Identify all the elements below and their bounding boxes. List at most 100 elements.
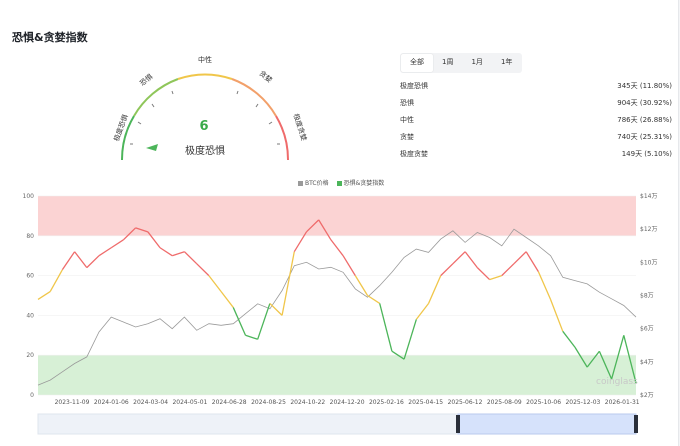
stat-value: 904天 (30.92%): [617, 99, 672, 107]
fear-greed-segment: [110, 239, 124, 249]
y-right-tick-label: $12万: [640, 226, 657, 233]
x-tick-label: 2024-10-22: [290, 399, 325, 406]
x-tick-label: 2023-11-09: [55, 399, 90, 406]
y-right-tick-label: $10万: [640, 259, 657, 266]
fear-greed-segment: [525, 251, 539, 272]
fear-greed-segment: [98, 247, 112, 257]
fear-greed-card: 恐惧&贪婪指数 极度恐惧 恐惧 中性 贪婪 极度贪婪 6 极度恐惧 全部 1周 …: [0, 0, 679, 446]
gauge-arc-greed: [231, 78, 277, 117]
fear-greed-segment: [367, 294, 381, 305]
gauge-label-extreme-fear: 极度恐惧: [112, 113, 130, 142]
gauge-needle: [146, 144, 158, 151]
x-tick-label: 2025-08-09: [487, 399, 522, 406]
fear-greed-segment: [196, 263, 210, 277]
card-title: 恐惧&贪婪指数: [12, 31, 88, 44]
fear-greed-segment: [257, 303, 271, 340]
stat-label: 贪婪: [400, 133, 414, 141]
fear-greed-segment: [403, 319, 417, 360]
x-tick-label: 2026-01-31: [605, 399, 640, 406]
fear-greed-segment: [427, 275, 442, 304]
gauge-label-neutral: 中性: [198, 55, 212, 64]
tab-1w[interactable]: 1周: [433, 54, 462, 72]
x-tick-label: 2024-05-01: [172, 399, 207, 406]
fear-greed-segment: [513, 251, 527, 265]
y-right-tick-label: $2万: [640, 392, 654, 399]
fear-greed-segment: [476, 267, 491, 281]
tab-1y[interactable]: 1年: [492, 54, 521, 72]
y-tick-label: 20: [26, 352, 34, 359]
range-tabs: 全部 1周 1月 1年: [400, 53, 523, 73]
x-tick-label: 2025-06-12: [448, 399, 483, 406]
range-slider-handle-left[interactable]: [456, 415, 460, 433]
y-right-tick-label: $4万: [640, 359, 654, 366]
fear-greed-segment: [354, 275, 369, 296]
fear-greed-segment: [379, 303, 393, 352]
fear-greed-segment: [269, 302, 283, 316]
x-tick-label: 2024-08-25: [251, 399, 286, 406]
fear-greed-segment: [74, 251, 88, 269]
fear-greed-segment: [183, 251, 198, 265]
fear-greed-segment: [464, 251, 478, 269]
range-slider-selection[interactable]: [457, 413, 637, 435]
gauge-arc-extreme-greed: [275, 115, 290, 161]
fear-greed-segment: [501, 263, 515, 277]
stat-row-extreme-greed: 极度贪婪 149天 (5.10%): [400, 146, 672, 163]
x-tick-label: 2025-04-15: [408, 399, 443, 406]
fear-greed-segment: [415, 303, 430, 320]
fear-greed-segment: [61, 251, 76, 270]
x-tick-label: 2024-01-06: [94, 399, 129, 406]
fear-greed-segment: [49, 269, 63, 292]
watermark: coinglass: [596, 377, 638, 387]
gauge-arc-neutral: [177, 73, 233, 80]
fear-greed-segment: [220, 291, 234, 308]
gauge-value: 6: [199, 119, 209, 134]
fear-greed-segment: [562, 330, 576, 348]
y-right-tick-label: $8万: [640, 293, 654, 300]
fear-greed-segment: [232, 307, 247, 336]
stat-value: 786天 (26.88%): [617, 116, 672, 124]
fear-greed-segment: [281, 251, 295, 316]
stat-row-fear: 恐惧 904天 (30.92%): [400, 95, 672, 112]
right-axis-labels: $2万 $4万 $6万 $8万 $10万 $12万 $14万: [640, 193, 657, 399]
fear-greed-segment: [172, 251, 185, 257]
x-tick-label: 2025-12-03: [565, 399, 600, 406]
y-right-tick-label: $6万: [640, 326, 654, 333]
y-right-tick-label: $14万: [640, 193, 657, 200]
stat-label: 恐惧: [400, 99, 414, 107]
x-tick-label: 2024-12-20: [330, 399, 365, 406]
history-chart: 0 20 40 60 80 100 $2万 $4万 $6万 $8万 $10万 $12万 $14万 20…: [23, 193, 657, 435]
fear-greed-segment: [330, 239, 344, 257]
gauge-label-extreme-greed: 极度贪婪: [292, 112, 309, 141]
stat-value: 345天 (11.80%): [617, 82, 672, 90]
greed-band: [38, 196, 636, 236]
tab-1m[interactable]: 1月: [462, 54, 491, 72]
y-tick-label: 60: [26, 273, 34, 280]
stat-row-neutral: 中性 786天 (26.88%): [400, 112, 672, 129]
fear-greed-segment: [37, 290, 51, 301]
x-tick-label: 2025-02-16: [369, 399, 404, 406]
gauge-label-fear: 恐惧: [138, 72, 155, 88]
fear-greed-segment: [342, 255, 356, 276]
left-axis-labels: 0 20 40 60 80 100: [23, 193, 35, 399]
fear-greed-segment: [440, 263, 454, 277]
gauge-ticks: [130, 90, 280, 145]
stat-value: 740天 (25.31%): [617, 133, 672, 141]
gauge-label-greed: 贪婪: [257, 69, 274, 85]
stat-label: 中性: [400, 116, 414, 124]
fear-greed-segment: [159, 247, 173, 257]
x-axis-labels: 2023-11-09 2024-01-06 2024-03-04 2024-05-01…: [55, 399, 640, 406]
fear-greed-segment: [208, 275, 222, 292]
fear-greed-segment: [452, 251, 466, 265]
stat-label: 极度贪婪: [400, 150, 428, 158]
stat-row-extreme-fear: 极度恐惧 345天 (11.80%): [400, 78, 672, 95]
tab-all[interactable]: 全部: [401, 54, 433, 72]
y-tick-label: 100: [23, 193, 35, 200]
x-tick-label: 2024-06-28: [212, 399, 247, 406]
distribution-stats: 极度恐惧 345天 (11.80%) 恐惧 904天 (30.92%) 中性 786天…: [400, 78, 672, 163]
y-tick-label: 0: [30, 392, 34, 399]
y-tick-label: 80: [26, 233, 34, 240]
stat-value: 149天 (5.10%): [621, 150, 672, 158]
y-tick-label: 40: [26, 312, 34, 319]
fear-greed-segment: [86, 255, 100, 269]
range-slider-handle-right[interactable]: [634, 415, 638, 433]
